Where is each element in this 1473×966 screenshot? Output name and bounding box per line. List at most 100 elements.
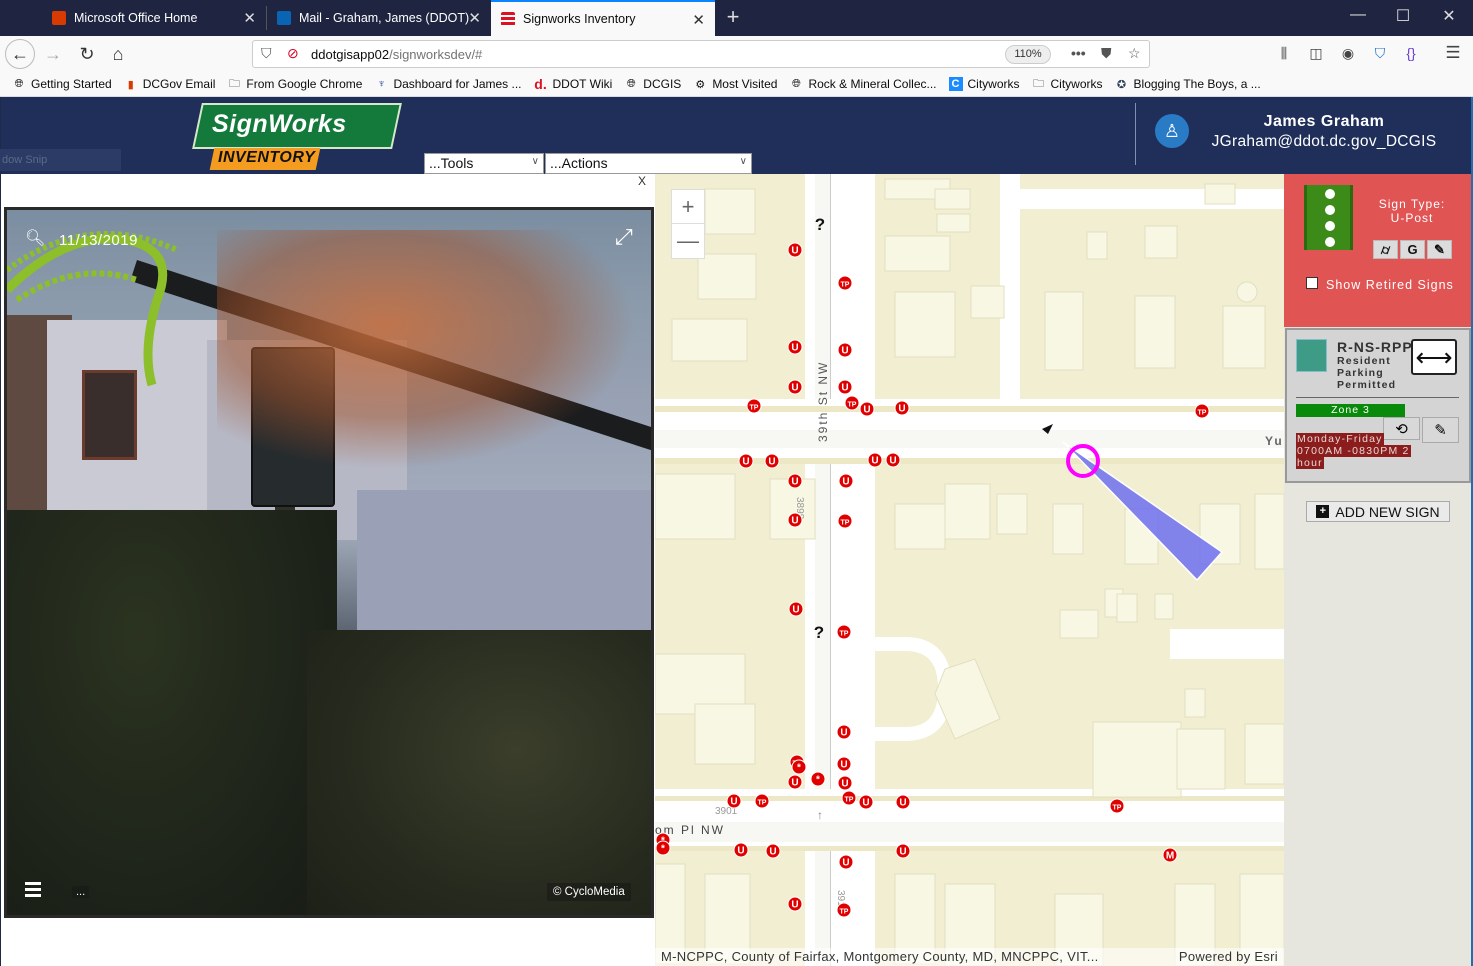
- replace-sign-button[interactable]: ⟲: [1383, 417, 1420, 440]
- new-tab-button[interactable]: +: [722, 4, 744, 30]
- sign-marker-u[interactable]: U: [764, 453, 780, 469]
- home-button[interactable]: ⌂: [103, 39, 133, 69]
- close-tab-icon[interactable]: ✕: [692, 11, 705, 29]
- sign-marker-u[interactable]: U: [787, 774, 803, 790]
- sign-marker-star[interactable]: *: [791, 759, 807, 775]
- actions-select[interactable]: ...Actions ∨: [545, 153, 752, 174]
- sign-marker-tp[interactable]: TP: [746, 398, 762, 414]
- sign-marker-u[interactable]: U: [765, 843, 781, 859]
- shield-icon[interactable]: ⛉: [261, 45, 272, 62]
- binoculars-button[interactable]: ⌭: [1373, 240, 1398, 259]
- sign-marker-tp[interactable]: TP: [844, 395, 860, 411]
- sign-marker-u[interactable]: U: [838, 854, 854, 870]
- sign-marker-u[interactable]: U: [836, 724, 852, 740]
- maximize-button[interactable]: ☐: [1388, 6, 1418, 26]
- reload-button[interactable]: ↻: [72, 39, 102, 69]
- page-actions-icon[interactable]: •••: [1071, 45, 1086, 61]
- tab-office-home[interactable]: Microsoft Office Home ✕: [42, 0, 266, 36]
- user-avatar-icon[interactable]: ♙: [1155, 114, 1189, 148]
- unknown-sign-marker[interactable]: ?: [815, 215, 825, 234]
- sign-marker-u[interactable]: U: [837, 342, 853, 358]
- close-tab-icon[interactable]: ✕: [243, 9, 256, 27]
- bookmark-folder-google-chrome[interactable]: 🗀 From Google Chrome: [227, 77, 363, 91]
- sign-marker-u[interactable]: U: [787, 339, 803, 355]
- sign-marker-u[interactable]: U: [837, 775, 853, 791]
- account-icon[interactable]: ◉: [1338, 45, 1358, 62]
- street-photo-image[interactable]: 🔍︎ 11/13/2019 ⤢ ... © CycloMedia: [7, 210, 651, 915]
- sign-marker-u[interactable]: U: [787, 512, 803, 528]
- google-button[interactable]: G: [1400, 240, 1425, 259]
- bookmark-ddot-wiki[interactable]: d. DDOT Wiki: [534, 76, 612, 92]
- sign-marker-tp[interactable]: TP: [837, 275, 853, 291]
- bookmark-rock-mineral[interactable]: 🌐︎ Rock & Mineral Collec...: [789, 77, 936, 91]
- menu-icon[interactable]: ☰: [1443, 43, 1463, 63]
- insecure-lock-icon[interactable]: ⊘: [287, 45, 299, 62]
- sign-marker-u[interactable]: U: [738, 453, 754, 469]
- sign-marker-u[interactable]: U: [895, 794, 911, 810]
- close-photo-panel-button[interactable]: X: [638, 174, 646, 188]
- url-text[interactable]: ddotgisapp02/signworksdev/#: [311, 47, 482, 62]
- sidebar-icon[interactable]: ◫: [1306, 45, 1326, 62]
- edit-support-button[interactable]: ✎: [1427, 240, 1452, 259]
- sign-marker-star[interactable]: *: [810, 771, 826, 787]
- sign-marker-u[interactable]: U: [838, 473, 854, 489]
- sign-marker-tp[interactable]: TP: [1194, 403, 1210, 419]
- sign-marker-u[interactable]: U: [836, 756, 852, 772]
- sign-marker-u[interactable]: U: [895, 843, 911, 859]
- forward-button[interactable]: →: [38, 39, 68, 69]
- bookmark-cityworks[interactable]: C Cityworks: [948, 77, 1020, 91]
- sign-marker-u[interactable]: U: [859, 401, 875, 417]
- sign-marker-tp[interactable]: TP: [837, 513, 853, 529]
- minimize-button[interactable]: —: [1343, 6, 1373, 24]
- sign-marker-u[interactable]: U: [885, 452, 901, 468]
- show-retired-checkbox[interactable]: [1306, 277, 1318, 289]
- sign-marker-tp[interactable]: TP: [836, 624, 852, 640]
- library-icon[interactable]: ⫼: [1274, 45, 1294, 62]
- map-view[interactable]: 39th St NW om Pl NW Yu 3898 3901 3918 ↑ …: [655, 174, 1284, 966]
- sign-marker-u[interactable]: U: [787, 473, 803, 489]
- sign-marker-m[interactable]: M: [1162, 847, 1178, 863]
- bookmark-folder-cityworks[interactable]: 🗀 Cityworks: [1032, 77, 1103, 91]
- zoom-out-button[interactable]: —: [672, 224, 704, 258]
- unknown-sign-marker[interactable]: ?: [814, 623, 824, 642]
- zoom-level-badge[interactable]: 110%: [1005, 45, 1051, 64]
- sign-marker-u[interactable]: U: [733, 842, 749, 858]
- add-new-sign-button[interactable]: + ADD NEW SIGN: [1306, 501, 1450, 522]
- sign-marker-u[interactable]: U: [858, 794, 874, 810]
- photo-menu-icon[interactable]: [25, 882, 41, 897]
- sign-marker-u[interactable]: U: [787, 379, 803, 395]
- map-canvas[interactable]: 39th St NW om Pl NW Yu 3898 3901 3918 ↑ …: [655, 174, 1284, 966]
- powered-by-esri[interactable]: Powered by Esri: [1179, 949, 1278, 964]
- sign-marker-u[interactable]: U: [787, 242, 803, 258]
- extension-icon[interactable]: {}: [1401, 45, 1421, 61]
- sign-marker-u[interactable]: U: [788, 601, 804, 617]
- bookmark-most-visited[interactable]: ⚙ Most Visited: [693, 77, 777, 91]
- bookmark-getting-started[interactable]: 🌐︎ Getting Started: [12, 77, 112, 91]
- sign-marker-tp[interactable]: TP: [836, 902, 852, 918]
- tools-select[interactable]: ...Tools ∨: [424, 153, 544, 174]
- pocket-icon[interactable]: ⛊: [1101, 45, 1112, 62]
- bookmark-dcgov-email[interactable]: ▮ DCGov Email: [124, 77, 216, 91]
- close-window-button[interactable]: ✕: [1434, 6, 1464, 26]
- edit-sign-button[interactable]: ✎: [1422, 417, 1459, 443]
- sign-marker-u[interactable]: U: [867, 452, 883, 468]
- sign-marker-u[interactable]: U: [894, 400, 910, 416]
- sign-marker-tp[interactable]: TP: [841, 790, 857, 806]
- bookmark-blogging-the-boys[interactable]: ✪ Blogging The Boys, a ...: [1115, 77, 1261, 91]
- search-history-icon[interactable]: 🔍︎: [25, 228, 45, 248]
- street-photo-viewer[interactable]: 🔍︎ 11/13/2019 ⤢ ... © CycloMedia: [4, 207, 654, 918]
- url-bar[interactable]: ⛉ ⊘ ddotgisapp02/signworksdev/# 110% •••…: [252, 40, 1150, 68]
- sign-marker-u[interactable]: U: [726, 793, 742, 809]
- bitwarden-icon[interactable]: ⛉: [1370, 45, 1390, 62]
- bookmark-star-icon[interactable]: ☆: [1128, 45, 1141, 62]
- sign-marker-tp[interactable]: TP: [1109, 798, 1125, 814]
- photo-more-button[interactable]: ...: [72, 886, 90, 898]
- sign-marker-u[interactable]: U: [787, 896, 803, 912]
- sign-marker-u[interactable]: U: [837, 379, 853, 395]
- sign-marker-star[interactable]: *: [655, 840, 671, 856]
- show-retired-label[interactable]: Show Retired Signs: [1326, 278, 1454, 292]
- bookmark-dashboard[interactable]: ♆ Dashboard for James ...: [374, 77, 521, 91]
- bookmark-dcgis[interactable]: 🌐︎ DCGIS: [624, 77, 681, 91]
- close-tab-icon[interactable]: ✕: [468, 9, 481, 27]
- zoom-in-button[interactable]: +: [672, 190, 704, 224]
